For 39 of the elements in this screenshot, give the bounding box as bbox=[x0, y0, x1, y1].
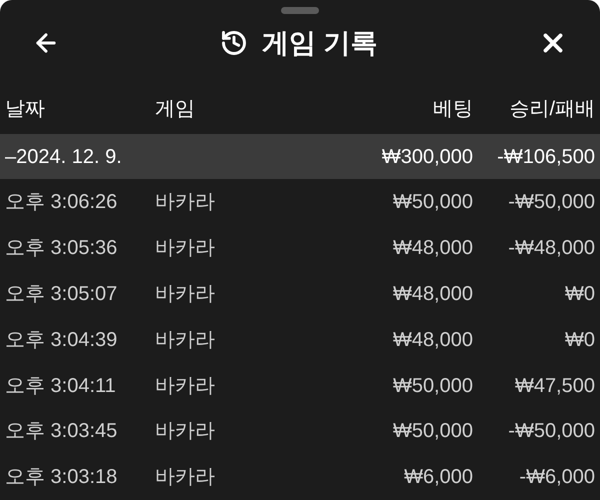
result-cell-text: -₩48,000 bbox=[507, 238, 595, 258]
game-cell-text: 바카라 bbox=[155, 376, 216, 396]
column-header: 베팅 bbox=[433, 98, 473, 120]
result-total-cell-text: -₩106,500 bbox=[496, 146, 595, 167]
game-cell-text: 바카라 bbox=[155, 330, 216, 350]
time-cell-text: 오후 3:04:39 bbox=[5, 330, 118, 350]
result-cell-text: ₩0 bbox=[564, 284, 595, 304]
bet-cell-text: ₩50,000 bbox=[392, 421, 473, 442]
result-cell-text: ₩0 bbox=[564, 330, 595, 350]
history-icon bbox=[220, 28, 248, 57]
game-cell-text: 바카라 bbox=[155, 284, 216, 304]
time-cell-text: 오후 3:03:45 bbox=[5, 421, 118, 442]
time-cell-text: 오후 3:05:36 bbox=[5, 238, 118, 258]
bet-cell-text: ₩6,000 bbox=[403, 467, 473, 488]
bet-cell-text: ₩48,000 bbox=[392, 284, 473, 304]
game-cell-text: 바카라 bbox=[155, 238, 216, 258]
sheet-title: 게임 기록 bbox=[262, 26, 378, 60]
column-header: 게임 bbox=[155, 98, 195, 120]
result-cell-text: -₩50,000 bbox=[507, 421, 595, 442]
game-cell-text: 바카라 bbox=[155, 192, 216, 212]
result-cell-text: -₩50,000 bbox=[507, 192, 595, 212]
bet-cell-text: ₩48,000 bbox=[392, 330, 473, 350]
bet-cell-text: ₩48,000 bbox=[392, 238, 473, 258]
time-cell-text: 오후 3:04:11 bbox=[5, 376, 117, 396]
date-group-row[interactable]: –2024. 12. 9. ₩300,000 -₩106,500 bbox=[0, 134, 600, 180]
bet-cell-text: ₩50,000 bbox=[392, 376, 473, 396]
bet-cell-text: ₩50,000 bbox=[392, 192, 473, 212]
column-header: 승리/패배 bbox=[509, 98, 595, 120]
result-cell-text: ₩47,500 bbox=[514, 376, 595, 396]
time-cell-text: 오후 3:06:26 bbox=[5, 192, 118, 212]
time-cell-text: 오후 3:03:18 bbox=[5, 467, 118, 488]
game-cell-text: 바카라 bbox=[155, 421, 216, 442]
time-cell-text: 오후 3:05:07 bbox=[5, 284, 118, 304]
date-cell-text: –2024. 12. 9. bbox=[5, 146, 123, 167]
column-header: 날짜 bbox=[5, 98, 45, 120]
bet-total-cell-text: ₩300,000 bbox=[380, 146, 473, 167]
game-cell-text: 바카라 bbox=[155, 467, 216, 488]
drag-handle[interactable] bbox=[281, 7, 319, 14]
result-cell-text: -₩6,000 bbox=[518, 467, 595, 488]
